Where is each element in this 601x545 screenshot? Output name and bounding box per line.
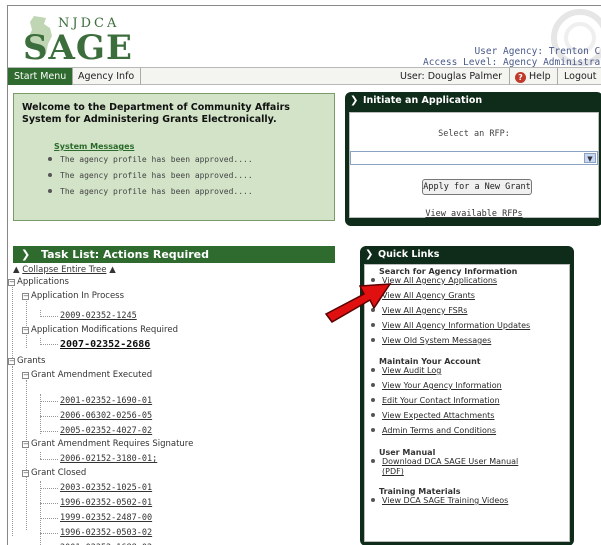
tree-leaf-grant[interactable]: 1999-02352-2487-00 bbox=[60, 512, 152, 525]
tree-leaf-grant[interactable]: 1996-02352-0503-02 bbox=[60, 527, 152, 540]
search-section-heading: Search for Agency Information bbox=[379, 267, 518, 276]
quick-links-title: Quick Links bbox=[378, 249, 440, 260]
nav-bar: Start Menu Agency Info User: Douglas Pal… bbox=[8, 67, 601, 85]
initiate-panel-body: Select an RFP: ▼ Apply for a New Grant V… bbox=[349, 112, 599, 219]
collapse-tree-link[interactable]: ▲ Collapse Entire Tree ▲ bbox=[13, 265, 116, 275]
quick-link-item[interactable]: Edit Your Contact Information bbox=[371, 396, 500, 406]
welcome-title: Welcome to the Department of Community A… bbox=[22, 102, 290, 125]
system-messages-link[interactable]: System Messages bbox=[54, 142, 326, 151]
user-agency-text: User Agency: Trenton Ci bbox=[474, 46, 601, 57]
quick-link-item[interactable]: View DCA SAGE Training Videos bbox=[371, 496, 508, 506]
initiate-panel-title: Initiate an Application bbox=[363, 95, 483, 106]
tree-leaf-grant[interactable]: 2005-02352-4027-02 bbox=[60, 425, 152, 438]
account-section-heading: Maintain Your Account bbox=[379, 357, 481, 366]
tree-leaf-application[interactable]: 2007-02352-2686 bbox=[60, 338, 150, 351]
select-rfp-label: Select an RFP: bbox=[438, 129, 510, 139]
manual-section-heading: User Manual bbox=[379, 448, 436, 457]
tree-node-app-in-process[interactable]: − Application In Process bbox=[22, 290, 124, 303]
chevron-right-icon: ❯ bbox=[21, 248, 31, 261]
tree-leaf-application[interactable]: 2009-02352-1245 bbox=[60, 310, 137, 323]
rfp-select[interactable]: ▼ bbox=[350, 151, 598, 165]
quick-links-header: ❯ Quick Links bbox=[360, 246, 574, 264]
chevron-right-icon: ❯ bbox=[365, 249, 374, 260]
view-available-rfps-link[interactable]: View available RFPs bbox=[350, 209, 598, 219]
chevron-right-icon: ❯ bbox=[350, 95, 359, 106]
collapse-toggle-icon[interactable]: − bbox=[22, 470, 29, 477]
collapse-toggle-icon[interactable]: − bbox=[22, 441, 29, 448]
quick-link-item[interactable]: View Your Agency Information bbox=[371, 381, 502, 391]
collapse-toggle-icon[interactable]: − bbox=[8, 358, 15, 365]
tree-node-app-mod-required[interactable]: − Application Modifications Required bbox=[22, 324, 178, 337]
header: NJDCA SAGE User Agency: Trenton Ci Acces… bbox=[8, 6, 601, 68]
tree-node-grant-amendment-signature[interactable]: − Grant Amendment Requires Signature bbox=[22, 438, 193, 451]
quick-links-body: Search for Agency Information View All A… bbox=[364, 264, 570, 542]
triangle-up-icon: ▲ bbox=[13, 265, 20, 275]
tree-node-grants[interactable]: − Grants bbox=[8, 355, 45, 368]
welcome-panel: Welcome to the Department of Community A… bbox=[13, 93, 335, 221]
help-link[interactable]: ? Help bbox=[509, 68, 551, 85]
message-item[interactable]: The agency profile has been approved.... bbox=[48, 169, 326, 185]
tree-leaf-grant[interactable]: 2006-02152-3180-01; bbox=[60, 453, 157, 466]
help-icon: ? bbox=[515, 72, 526, 83]
quick-link-item-continued[interactable]: (PDF) bbox=[382, 467, 404, 477]
triangle-up-icon: ▲ bbox=[109, 265, 116, 275]
tree-leaf-grant[interactable]: 2006-06302-0256-05 bbox=[60, 410, 152, 423]
tab-agency-info[interactable]: Agency Info bbox=[72, 68, 142, 85]
training-section-heading: Training Materials bbox=[379, 487, 461, 496]
quick-link-item[interactable]: Download DCA SAGE User Manual bbox=[371, 457, 518, 467]
collapse-toggle-icon[interactable]: − bbox=[8, 279, 15, 286]
tree-node-grant-amendment-executed[interactable]: − Grant Amendment Executed bbox=[22, 369, 152, 382]
collapse-tree-label: Collapse Entire Tree bbox=[22, 265, 107, 275]
apply-new-grant-button[interactable]: Apply for a New Grant bbox=[422, 179, 532, 195]
quick-link-item[interactable]: View Expected Attachments bbox=[371, 411, 494, 421]
app-frame: NJDCA SAGE User Agency: Trenton Ci Acces… bbox=[7, 5, 601, 545]
collapse-toggle-icon[interactable]: − bbox=[22, 372, 29, 379]
tree-leaf-grant[interactable]: 2001-02352-1690-01 bbox=[60, 395, 152, 408]
task-list-header: ❯ Task List: Actions Required bbox=[13, 246, 335, 263]
message-item[interactable]: The agency profile has been approved.... bbox=[48, 185, 326, 201]
system-messages-list: The agency profile has been approved....… bbox=[48, 153, 326, 201]
message-item[interactable]: The agency profile has been approved.... bbox=[48, 153, 326, 169]
chevron-down-icon[interactable]: ▼ bbox=[584, 153, 596, 163]
red-arrow-icon bbox=[324, 283, 392, 323]
collapse-toggle-icon[interactable]: − bbox=[22, 293, 29, 300]
tab-start-menu[interactable]: Start Menu bbox=[8, 68, 74, 85]
task-list-title: Task List: Actions Required bbox=[41, 248, 210, 261]
sage-logo[interactable]: NJDCA SAGE bbox=[18, 12, 148, 68]
quick-link-item[interactable]: View Audit Log bbox=[371, 366, 441, 376]
quick-link-item[interactable]: View All Agency Information Updates bbox=[371, 321, 530, 331]
initiate-panel-header: ❯ Initiate an Application bbox=[345, 92, 601, 110]
tree-node-grant-closed[interactable]: − Grant Closed bbox=[22, 467, 86, 480]
initiate-application-panel: ❯ Initiate an Application Select an RFP:… bbox=[345, 92, 601, 226]
quick-link-item[interactable]: View Old System Messages bbox=[371, 336, 491, 346]
logo-sage-text: SAGE bbox=[23, 28, 133, 68]
logout-link[interactable]: Logout bbox=[557, 68, 597, 85]
current-user-text: User: Douglas Palmer bbox=[400, 71, 503, 82]
tree-leaf-grant[interactable]: 2003-02352-1025-01 bbox=[60, 482, 152, 495]
collapse-toggle-icon[interactable]: − bbox=[22, 327, 29, 334]
tree-node-applications[interactable]: − Applications bbox=[8, 276, 69, 289]
tree-leaf-grant[interactable]: 1996-02352-0502-01 bbox=[60, 497, 152, 510]
help-label: Help bbox=[529, 71, 551, 82]
quick-link-item[interactable]: Admin Terms and Conditions bbox=[371, 426, 496, 436]
